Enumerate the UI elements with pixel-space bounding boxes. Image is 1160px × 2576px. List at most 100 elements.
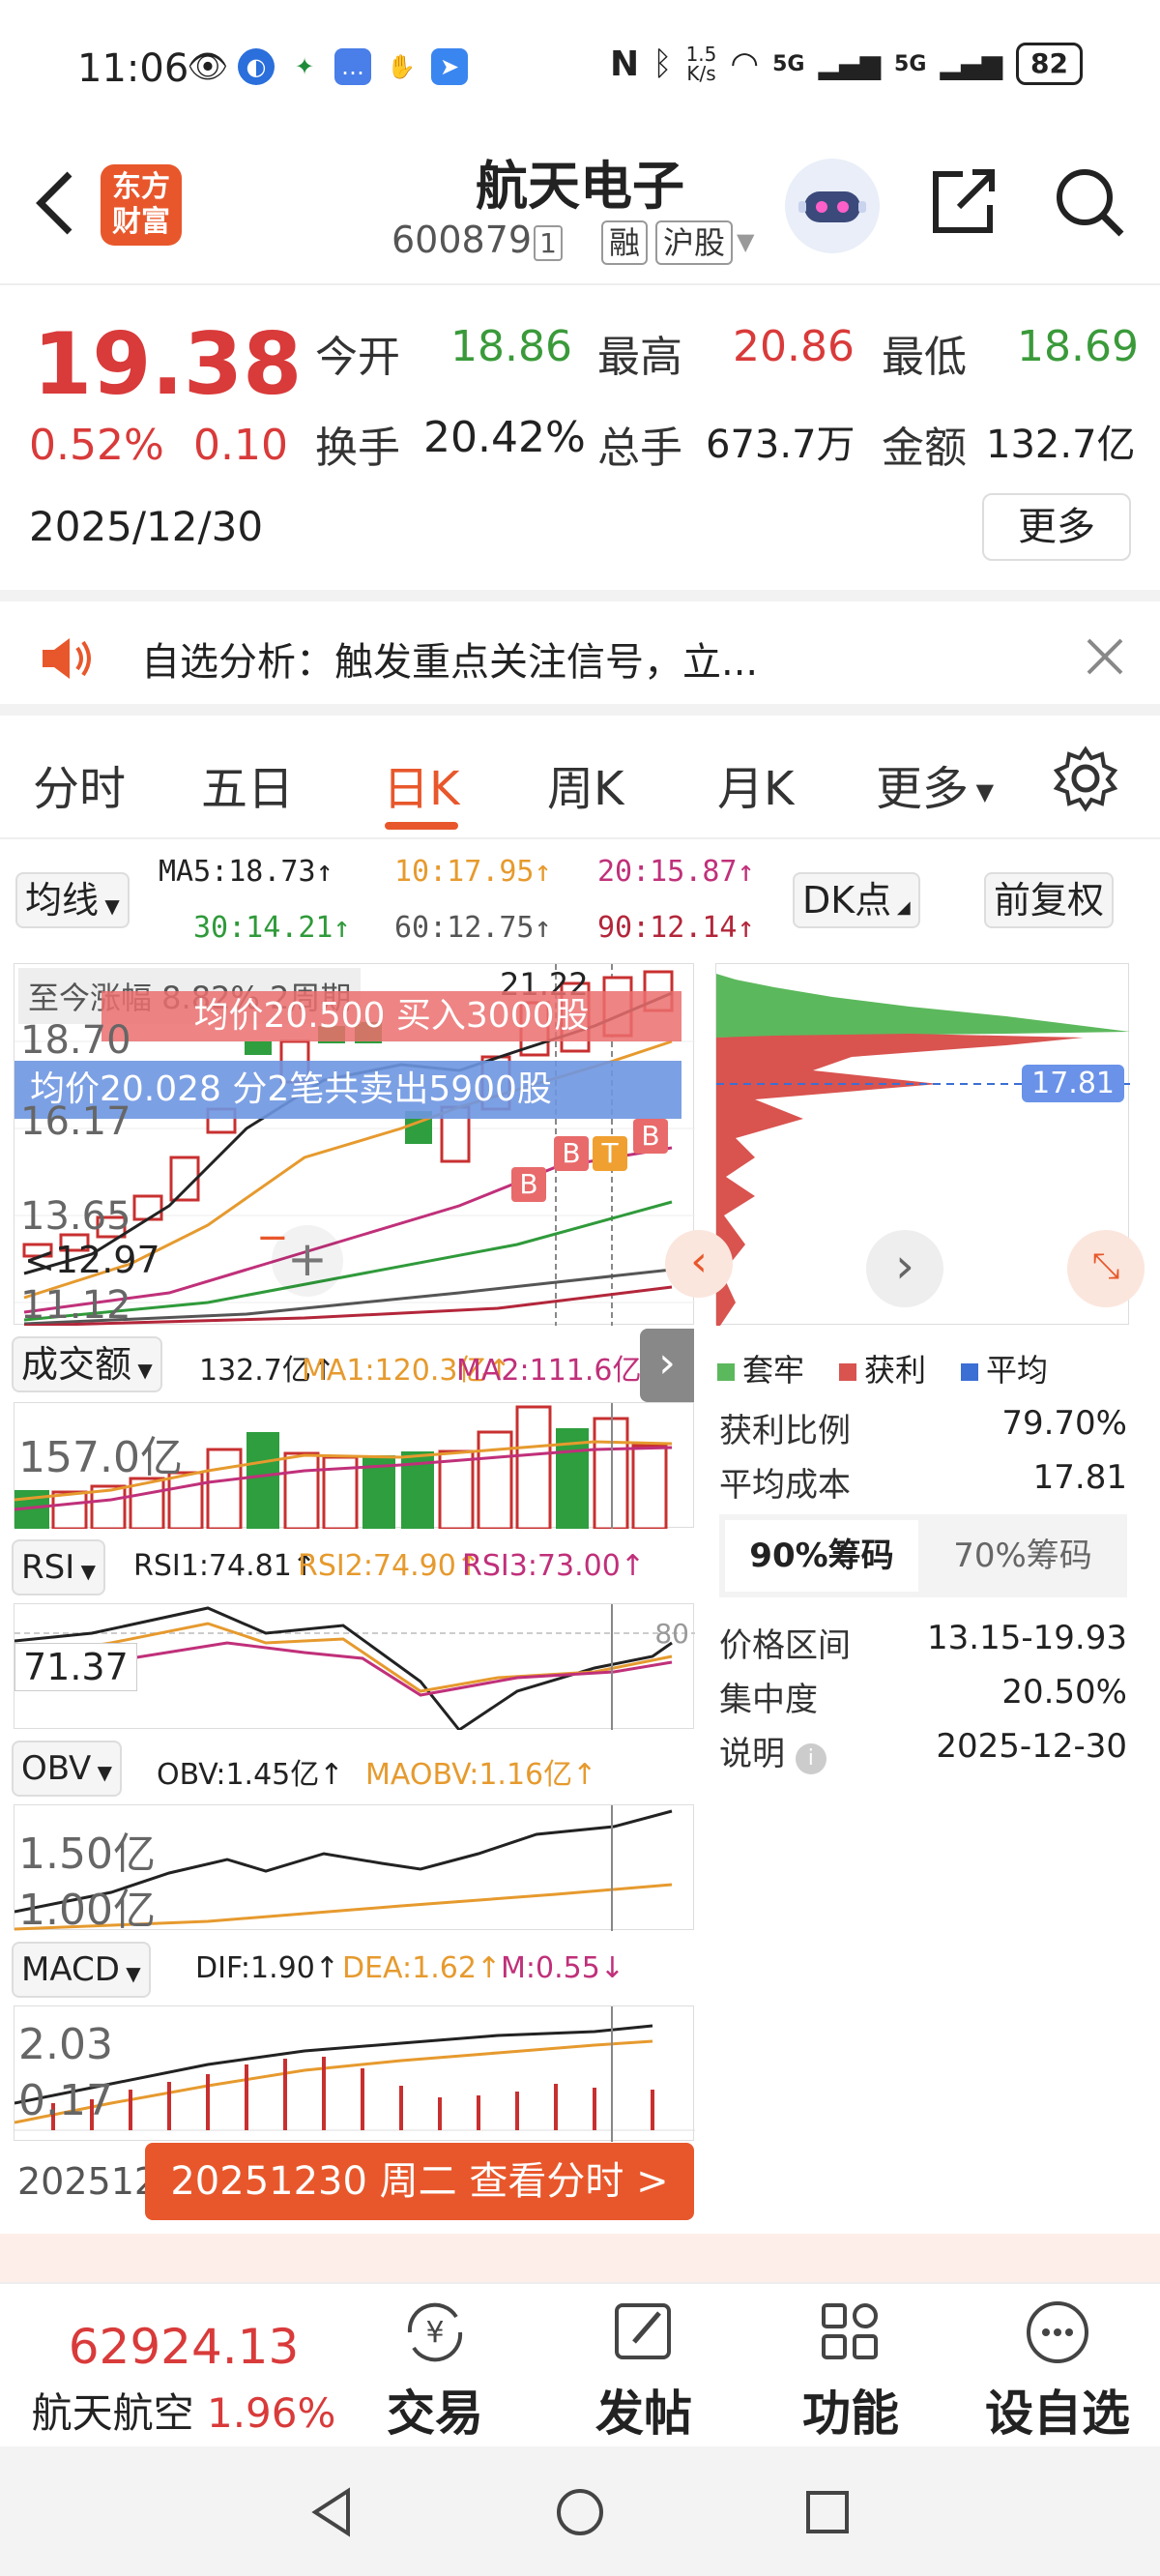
macd-chart[interactable]: 2.03 0.17: [14, 2005, 695, 2142]
kline-chart[interactable]: 至今涨幅 8.82% 2周期 21.22 均价20.500 买入3000股 均价…: [14, 963, 695, 1328]
tab-monthly-k[interactable]: 月K: [717, 750, 794, 818]
active-tab-indicator: [385, 822, 458, 830]
macd-selector[interactable]: MACD ▼: [12, 1942, 151, 1998]
trade-label: 交易: [387, 2386, 483, 2442]
profit-ratio-value: 79.70%: [1001, 1404, 1127, 1443]
grid-icon: [822, 2303, 878, 2359]
speaker-icon: [39, 634, 97, 687]
rsi3-value: RSI3:73.00↑: [462, 1549, 645, 1583]
change-percent: 0.52%: [29, 421, 164, 470]
concentration-label: 集中度: [719, 1681, 818, 1719]
notice-bar[interactable]: 自选分析：触发重点关注信号，立...: [0, 590, 1160, 716]
obv-selector[interactable]: OBV ▼: [12, 1741, 123, 1797]
watchlist-label: 设自选: [985, 2386, 1130, 2442]
robot-icon: [798, 191, 866, 222]
tab-daily-k[interactable]: 日K: [383, 750, 459, 818]
price-range-value: 13.15-19.93: [927, 1619, 1127, 1657]
t-signal-marker[interactable]: T: [593, 1136, 627, 1171]
more-button[interactable]: 更多: [982, 493, 1131, 561]
chevron-down-icon: ▼: [91, 1761, 113, 1784]
search-button[interactable]: [1050, 162, 1127, 240]
search-icon: [1057, 169, 1124, 237]
ma-selector[interactable]: 均线 ▼: [15, 872, 130, 928]
hand-icon: ✋: [387, 53, 416, 80]
buy-signal-marker-2[interactable]: B: [554, 1136, 589, 1171]
trade-button[interactable]: ¥ 交易: [338, 2294, 532, 2444]
high-value: 20.86: [733, 322, 855, 371]
gear-icon: [1053, 746, 1118, 812]
app-icon: ◐: [238, 48, 275, 85]
status-bar: 11:06 👁 ◐ ✦ … ✋ ➤ N ᛒ 1.5 K/s ◠ 5G ▂▄▆ 5…: [0, 0, 1160, 135]
dk-point-selector[interactable]: DK点 ◢: [793, 872, 920, 928]
margin-tag[interactable]: 融: [601, 220, 649, 265]
rsi-selector[interactable]: RSI ▼: [12, 1539, 105, 1595]
status-time: 11:06: [77, 46, 189, 91]
collapse-panel-button[interactable]: ›: [640, 1329, 694, 1402]
buy-signal-marker-3[interactable]: B: [633, 1119, 668, 1154]
y-tick-3: 13.65: [20, 1194, 131, 1239]
post-button[interactable]: 发帖: [547, 2294, 740, 2444]
price-range-label: 价格区间: [719, 1626, 851, 1665]
chevron-left-icon[interactable]: ‹: [665, 1230, 733, 1298]
stock-header: 航天电子 东方 财富 600879 1 融 沪股 ▼: [0, 135, 1160, 285]
obv-chart[interactable]: 1.50亿 1.00亿: [14, 1804, 694, 1935]
info-icon[interactable]: i: [795, 1743, 826, 1774]
market-dropdown-icon[interactable]: ▼: [737, 228, 754, 255]
buy-signal-marker[interactable]: B: [511, 1167, 546, 1202]
y-tick-1: 18.70: [20, 1018, 131, 1063]
home-circle-icon[interactable]: [553, 2485, 607, 2539]
assistant-avatar[interactable]: [785, 159, 880, 253]
back-button[interactable]: [27, 164, 85, 242]
volume-selector[interactable]: 成交额 ▼: [12, 1336, 162, 1392]
profit-ratio-label: 获利比例: [719, 1412, 851, 1450]
ma30-value: 30:14.21↑: [193, 911, 351, 945]
turnover-label: 换手: [315, 424, 400, 473]
obv-y-tick-2: 1.00亿: [18, 1886, 156, 1935]
tab-weekly-k[interactable]: 周K: [547, 750, 624, 818]
tab-chip-70[interactable]: 70%筹码: [924, 1520, 1121, 1592]
watchlist-button[interactable]: 设自选: [961, 2294, 1154, 2444]
index-name-pct: 航天航空 1.96%: [31, 2389, 336, 2437]
back-triangle-icon[interactable]: [305, 2485, 360, 2539]
period-tabs: 分时 五日 日K 周K 月K 更多 ▼: [0, 716, 1160, 839]
maobv-value: MAOBV:1.16亿↑: [365, 1758, 597, 1792]
nfc-icon: N: [610, 44, 640, 84]
minus-icon[interactable]: −: [256, 1215, 289, 1260]
adjust-selector[interactable]: 前复权: [984, 872, 1115, 928]
y-tick-4: 11.12: [20, 1283, 131, 1328]
buy-banner[interactable]: 均价20.500 买入3000股: [102, 991, 682, 1041]
amount-label: 金额: [882, 424, 967, 473]
share-icon: [933, 169, 995, 233]
app-logo[interactable]: 东方 财富: [101, 164, 182, 246]
settings-button[interactable]: [1052, 745, 1119, 816]
function-button[interactable]: 功能: [754, 2294, 947, 2444]
recents-square-icon[interactable]: [800, 2485, 855, 2539]
tab-chip-90[interactable]: 90%筹码: [725, 1520, 918, 1592]
quote-date: 2025/12/30: [29, 503, 264, 550]
tab-intraday[interactable]: 分时: [33, 750, 126, 818]
y-tick-2: 16.17: [20, 1099, 131, 1144]
chevron-down-icon: ▼: [119, 1962, 141, 1985]
index-ticker[interactable]: 62924.13 航天航空 1.96%: [19, 2319, 348, 2440]
view-intraday-button[interactable]: 20251230 周二 查看分时 >: [145, 2143, 694, 2220]
post-label: 发帖: [595, 2386, 692, 2442]
arrow-left-icon: <: [24, 1239, 55, 1281]
expand-icon[interactable]: ⤡: [1067, 1230, 1145, 1307]
tab-five-day[interactable]: 五日: [201, 750, 294, 818]
signal-bars-icon-2: ▂▄▆: [940, 47, 1003, 80]
volume-chart[interactable]: 157.0亿: [14, 1402, 694, 1529]
market-tag[interactable]: 沪股: [655, 220, 734, 265]
high-label: 最高: [597, 333, 682, 382]
volume-value: 673.7万: [706, 423, 856, 467]
tab-more[interactable]: 更多 ▼: [876, 750, 994, 818]
legend-profit: 获利: [839, 1346, 926, 1390]
volume-label: 总手: [597, 424, 682, 473]
concentration-value: 20.50%: [1001, 1673, 1127, 1712]
legend-average: 平均: [961, 1346, 1048, 1390]
macd-y-tick-2: 0.17: [18, 2076, 113, 2125]
chevron-right-icon[interactable]: ›: [866, 1230, 943, 1307]
rsi-chart[interactable]: 71.37 80: [14, 1603, 695, 1730]
close-icon[interactable]: [1083, 634, 1127, 683]
share-button[interactable]: [926, 162, 1000, 240]
bottom-strip: [0, 2234, 1160, 2282]
